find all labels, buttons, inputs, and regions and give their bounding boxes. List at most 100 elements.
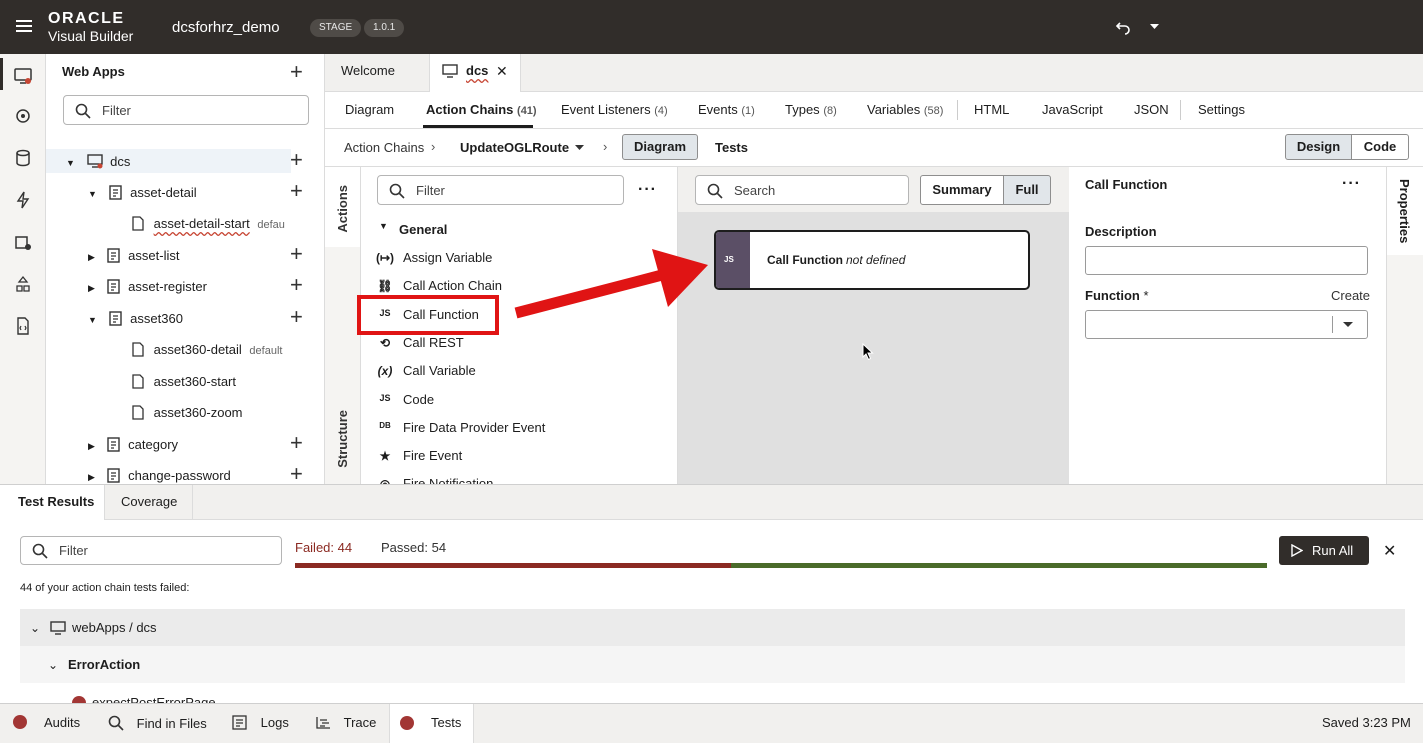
- chevron-down-icon: ⌄: [48, 658, 59, 672]
- flow-icon: [106, 437, 121, 452]
- trace-button[interactable]: Trace: [315, 715, 376, 730]
- filter-placeholder: Filter: [59, 543, 88, 558]
- create-function-link[interactable]: Create: [1331, 288, 1370, 303]
- add-page-button[interactable]: +: [290, 432, 303, 454]
- tab-json[interactable]: JSON: [1134, 102, 1169, 117]
- add-page-button[interactable]: +: [290, 463, 303, 485]
- action-call-action-chain[interactable]: Call Action Chain: [403, 278, 502, 293]
- tree-item-asset-detail-start[interactable]: asset-detail-start defau: [132, 216, 285, 238]
- chevron-down-icon[interactable]: [575, 145, 584, 151]
- close-tab-icon[interactable]: ✕: [496, 63, 508, 80]
- summary-button[interactable]: Summary: [920, 175, 1004, 205]
- vtab-properties[interactable]: Properties: [1397, 179, 1412, 243]
- diagram-view-button[interactable]: Diagram: [622, 134, 698, 160]
- web-app-icon: [442, 64, 458, 78]
- full-button[interactable]: Full: [1003, 175, 1051, 205]
- tab-diagram[interactable]: Diagram: [345, 102, 394, 117]
- call-variable-icon: (x): [377, 364, 393, 378]
- app-name[interactable]: dcsforhrz_demo: [172, 19, 280, 36]
- vtab-structure[interactable]: Structure: [335, 410, 350, 468]
- add-flow-button[interactable]: +: [290, 149, 303, 171]
- find-in-files-button[interactable]: Find in Files: [108, 715, 207, 731]
- test-subgroup-row[interactable]: ⌄ ErrorAction: [20, 646, 1405, 683]
- tab-variables[interactable]: Variables (58): [867, 102, 943, 117]
- web-apps-filter-input[interactable]: Filter: [63, 95, 309, 125]
- properties-panel: Call Function ··· Description Function *…: [1069, 167, 1386, 484]
- components-icon[interactable]: [13, 232, 33, 252]
- tab-events[interactable]: Events (1): [698, 102, 755, 117]
- call-function-node[interactable]: JS Call Function not defined: [714, 230, 1030, 290]
- action-fire-notification[interactable]: Fire Notification: [403, 476, 493, 484]
- action-code[interactable]: Code: [403, 392, 434, 407]
- chevron-down-icon[interactable]: [1150, 24, 1159, 30]
- actions-filter-input[interactable]: Filter: [377, 175, 624, 205]
- chevron-down-icon[interactable]: [1343, 322, 1353, 328]
- tree-item-asset-register[interactable]: ▶ asset-register: [88, 279, 207, 301]
- add-page-button[interactable]: +: [290, 243, 303, 265]
- logs-button[interactable]: Logs: [232, 715, 289, 730]
- flow-icon: [106, 468, 121, 483]
- tree-item-category[interactable]: ▶ category: [88, 437, 178, 459]
- document-tabs: Welcome dcs ✕: [325, 54, 1423, 93]
- canvas-search-input[interactable]: Search: [695, 175, 909, 205]
- function-select[interactable]: [1085, 310, 1368, 339]
- description-input[interactable]: [1085, 246, 1368, 275]
- tests-view-button[interactable]: Tests: [715, 140, 748, 155]
- breadcrumb-action-chains[interactable]: Action Chains: [344, 140, 424, 155]
- test-item-row[interactable]: expectPostErrorPage: [20, 695, 1405, 703]
- layouts-icon[interactable]: [13, 274, 33, 294]
- diagram-canvas[interactable]: [678, 167, 1069, 484]
- action-call-variable[interactable]: Call Variable: [403, 363, 476, 378]
- tree-item-asset-detail[interactable]: ▼ asset-detail: [88, 185, 197, 207]
- run-all-button[interactable]: Run All: [1279, 536, 1369, 565]
- hamburger-menu-icon[interactable]: [16, 19, 32, 33]
- action-assign-variable[interactable]: Assign Variable: [403, 250, 492, 265]
- test-filter-input[interactable]: Filter: [20, 536, 282, 565]
- action-fire-data-provider-event[interactable]: Fire Data Provider Event: [403, 420, 545, 435]
- chevron-down-icon[interactable]: ▼: [379, 221, 388, 231]
- tab-types[interactable]: Types (8): [785, 102, 837, 117]
- editor-subtabs: Diagram Action Chains (41) Event Listene…: [325, 92, 1423, 129]
- tree-item-asset360-start[interactable]: asset360-start: [132, 374, 236, 396]
- tree-item-asset360-detail[interactable]: asset360-detail default: [132, 342, 282, 364]
- undo-icon[interactable]: [1115, 19, 1131, 35]
- action-fire-event[interactable]: Fire Event: [403, 448, 462, 463]
- tree-item-asset-list[interactable]: ▶ asset-list: [88, 248, 179, 270]
- test-group-row[interactable]: ⌄ webApps / dcs: [20, 609, 1405, 646]
- vtab-actions[interactable]: Actions: [335, 185, 350, 233]
- database-icon: DB: [379, 421, 391, 430]
- close-icon[interactable]: ✕: [1383, 541, 1396, 561]
- business-objects-icon[interactable]: [13, 148, 33, 168]
- audits-button[interactable]: Audits: [13, 715, 80, 730]
- group-general[interactable]: General: [399, 222, 447, 237]
- add-page-button[interactable]: +: [290, 274, 303, 296]
- tab-action-chains[interactable]: Action Chains (41): [426, 102, 537, 117]
- tab-javascript[interactable]: JavaScript: [1042, 102, 1103, 117]
- tab-welcome[interactable]: Welcome: [341, 54, 395, 92]
- oracle-logo: ORACLE: [48, 10, 125, 27]
- source-icon[interactable]: [13, 316, 33, 336]
- design-mode-button[interactable]: Design: [1285, 134, 1352, 160]
- action-call-rest[interactable]: Call REST: [403, 335, 464, 350]
- add-page-button[interactable]: +: [290, 180, 303, 202]
- add-web-app-button[interactable]: +: [290, 61, 303, 83]
- breadcrumb-chain-name[interactable]: UpdateOGLRoute: [460, 140, 569, 155]
- tree-item-asset360[interactable]: ▼ asset360: [88, 311, 183, 333]
- tab-html[interactable]: HTML: [974, 102, 1009, 117]
- more-options-icon[interactable]: ···: [1342, 175, 1361, 193]
- web-apps-icon[interactable]: [13, 66, 33, 86]
- tab-coverage[interactable]: Coverage: [105, 485, 193, 520]
- services-icon[interactable]: [13, 106, 33, 126]
- web-app-icon: [86, 154, 103, 169]
- tab-event-listeners[interactable]: Event Listeners (4): [561, 102, 668, 117]
- code-mode-button[interactable]: Code: [1351, 134, 1409, 160]
- tab-test-results[interactable]: Test Results: [0, 485, 105, 521]
- tree-item-dcs[interactable]: ▼ dcs: [66, 154, 130, 176]
- tests-status-tab[interactable]: Tests: [389, 704, 474, 743]
- processes-icon[interactable]: [13, 190, 33, 210]
- tree-item-asset360-zoom[interactable]: asset360-zoom: [132, 405, 243, 427]
- more-options-icon[interactable]: ···: [638, 181, 657, 199]
- tab-dcs[interactable]: dcs ✕: [429, 54, 521, 93]
- tab-settings[interactable]: Settings: [1198, 102, 1245, 117]
- add-page-button[interactable]: +: [290, 306, 303, 328]
